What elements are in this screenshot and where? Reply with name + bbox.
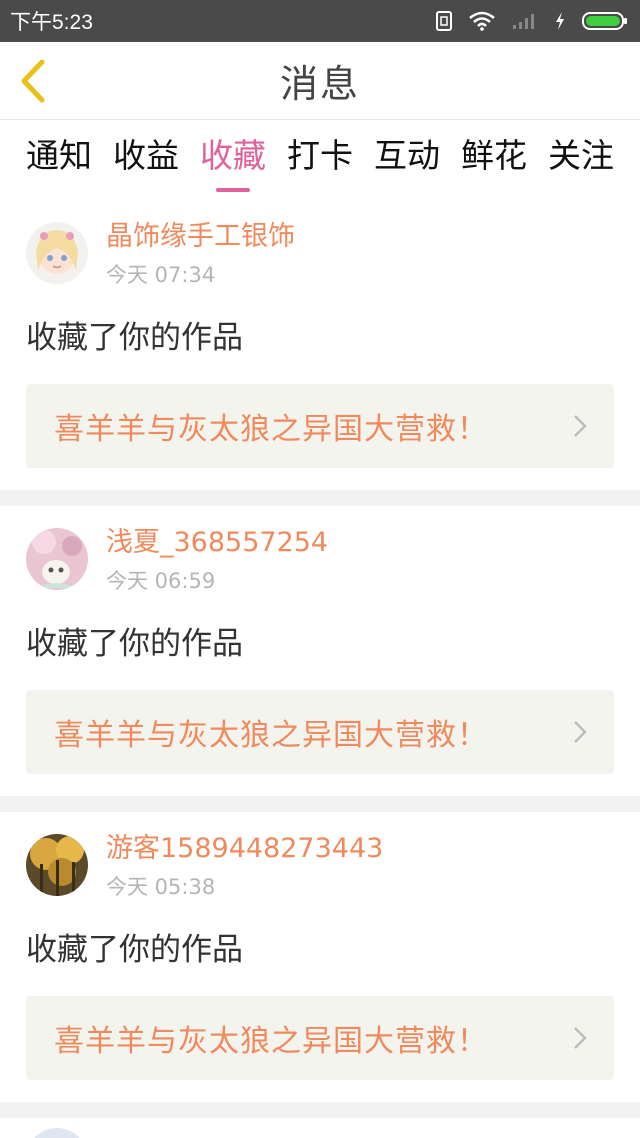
tab-favorites[interactable]: 收藏 <box>200 134 266 178</box>
chevron-right-icon <box>574 415 587 437</box>
avatar[interactable] <box>26 222 88 284</box>
back-chevron-icon <box>21 59 45 103</box>
charging-icon <box>556 12 564 30</box>
work-link[interactable]: 喜羊羊与灰太狼之异国大营救！ <box>26 996 614 1080</box>
avatar-image <box>34 1128 80 1138</box>
back-button[interactable] <box>14 58 54 104</box>
card-header: 游客1589448273443 今天 05:38 <box>26 832 614 900</box>
tab-interaction[interactable]: 互动 <box>374 134 440 178</box>
avatar[interactable] <box>26 834 88 896</box>
timestamp: 今天 06:59 <box>106 569 216 593</box>
user-info: 晶饰缘手工银饰 今天 07:34 <box>106 220 295 288</box>
chevron-right-icon <box>574 1027 587 1049</box>
message-card: 晶饰缘手工银饰 今天 07:34 收藏了你的作品 喜羊羊与灰太狼之异国大营救！ <box>0 200 640 490</box>
wifi-icon <box>469 11 495 31</box>
username[interactable]: 晶饰缘手工银饰 <box>106 220 295 254</box>
avatar-image <box>26 528 88 590</box>
chevron-right-icon <box>574 721 587 743</box>
tab-flowers[interactable]: 鲜花 <box>461 134 527 178</box>
status-time: 下午5:23 <box>10 11 93 34</box>
avatar-image <box>26 222 88 284</box>
user-info: 浅夏_368557254 今天 06:59 <box>106 526 328 594</box>
card-header: 浅夏_368557254 今天 06:59 <box>26 526 614 594</box>
message-card: 浅夏_368557254 今天 06:59 收藏了你的作品 喜羊羊与灰太狼之异国… <box>0 506 640 796</box>
username[interactable]: 游客1589448273443 <box>106 832 383 866</box>
timestamp: 今天 07:34 <box>106 263 216 287</box>
page-title: 消息 <box>279 62 360 106</box>
work-title: 喜羊羊与灰太狼之异国大营救！ <box>54 1024 488 1059</box>
message-card-partial <box>0 1118 640 1138</box>
work-link[interactable]: 喜羊羊与灰太狼之异国大营救！ <box>26 384 614 468</box>
work-link[interactable]: 喜羊羊与灰太狼之异国大营救！ <box>26 690 614 774</box>
battery-icon <box>582 12 627 30</box>
timestamp: 今天 05:38 <box>106 875 216 899</box>
avatar-image <box>26 834 88 896</box>
message-feed: 晶饰缘手工银饰 今天 07:34 收藏了你的作品 喜羊羊与灰太狼之异国大营救！ <box>0 200 640 1138</box>
sim-card-icon <box>436 11 452 31</box>
tab-checkin[interactable]: 打卡 <box>287 134 353 178</box>
message-card: 游客1589448273443 今天 05:38 收藏了你的作品 喜羊羊与灰太狼… <box>0 812 640 1102</box>
header: 消息 <box>0 42 640 120</box>
work-title: 喜羊羊与灰太狼之异国大营救！ <box>54 412 488 447</box>
card-header: 晶饰缘手工银饰 今天 07:34 <box>26 220 614 288</box>
action-text: 收藏了你的作品 <box>26 932 243 968</box>
tab-notice[interactable]: 通知 <box>26 134 92 178</box>
tab-follow[interactable]: 关注 <box>548 134 614 178</box>
tab-bar: 通知 收益 收藏 打卡 互动 鲜花 关注 <box>0 120 640 200</box>
status-bar: 下午5:23 <box>0 0 640 42</box>
work-title: 喜羊羊与灰太狼之异国大营救！ <box>54 718 488 753</box>
avatar[interactable] <box>26 528 88 590</box>
status-icons <box>436 11 628 31</box>
action-text: 收藏了你的作品 <box>26 626 243 662</box>
signal-icon <box>513 14 534 29</box>
username[interactable]: 浅夏_368557254 <box>106 526 328 560</box>
action-text: 收藏了你的作品 <box>26 320 243 356</box>
tab-earnings[interactable]: 收益 <box>113 134 179 178</box>
user-info: 游客1589448273443 今天 05:38 <box>106 832 383 900</box>
